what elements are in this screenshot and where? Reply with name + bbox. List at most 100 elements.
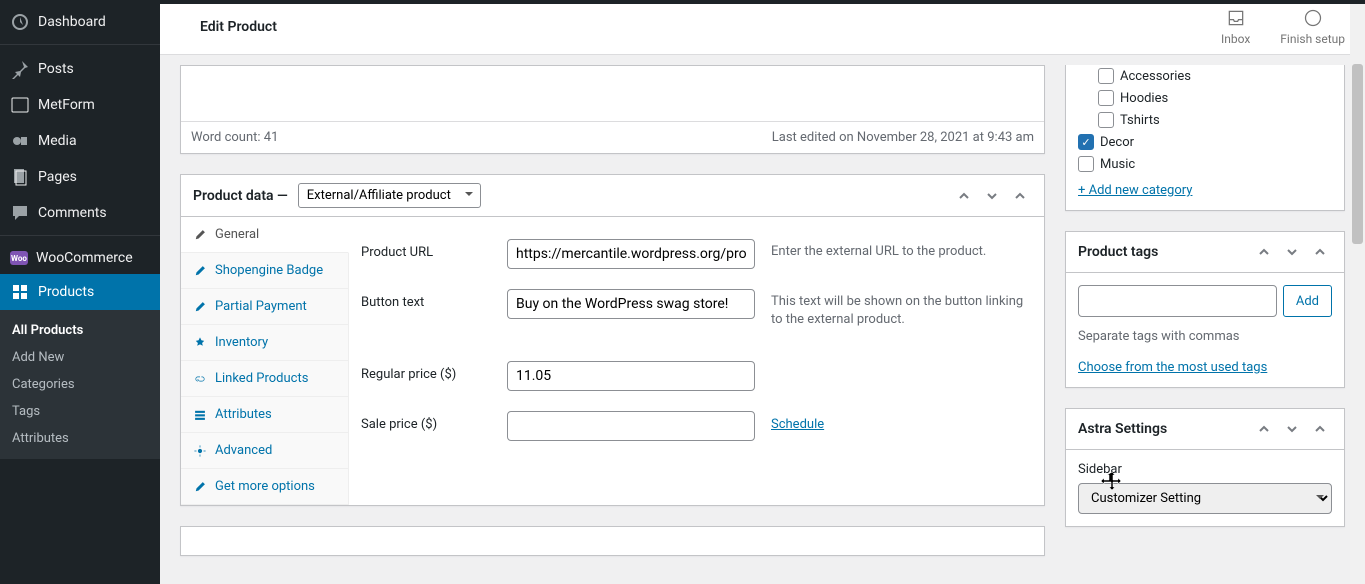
inbox-label: Inbox xyxy=(1221,32,1250,46)
toggle-button[interactable] xyxy=(1308,417,1332,441)
scrollbar-thumb[interactable] xyxy=(1352,64,1363,244)
regular-price-label: Regular price ($) xyxy=(361,361,491,382)
tab-general[interactable]: General xyxy=(181,217,349,253)
menu-posts[interactable]: Posts xyxy=(0,51,160,87)
toggle-button[interactable] xyxy=(1008,184,1032,208)
tab-shopengine-badge[interactable]: Shopengine Badge xyxy=(181,253,348,289)
button-text-desc: This text will be shown on the button li… xyxy=(771,289,1032,329)
checkbox[interactable] xyxy=(1098,68,1114,84)
submenu-all-products[interactable]: All Products xyxy=(0,317,160,344)
product-tabs: General Shopengine Badge Partial Payment… xyxy=(181,217,349,505)
tag-input[interactable] xyxy=(1078,285,1277,317)
tab-get-more[interactable]: Get more options xyxy=(181,469,348,505)
tab-partial-payment[interactable]: Partial Payment xyxy=(181,289,348,325)
category-item-hoodies[interactable]: Hoodies xyxy=(1078,87,1332,109)
menu-pages[interactable]: Pages xyxy=(0,159,160,195)
menu-media[interactable]: Media xyxy=(0,123,160,159)
schedule-link[interactable]: Schedule xyxy=(771,411,824,432)
menu-label: MetForm xyxy=(38,97,95,113)
submenu-attributes[interactable]: Attributes xyxy=(0,425,160,452)
sidebar-select[interactable]: Customizer Setting xyxy=(1078,483,1332,514)
tab-linked-products[interactable]: Linked Products xyxy=(181,361,348,397)
products-submenu: All Products Add New Categories Tags Att… xyxy=(0,310,160,459)
category-item-decor[interactable]: Decor xyxy=(1078,131,1332,153)
add-tag-button[interactable]: Add xyxy=(1283,285,1332,317)
finish-setup-button[interactable]: Finish setup xyxy=(1280,8,1345,46)
astra-title: Astra Settings xyxy=(1078,421,1167,437)
circle-icon xyxy=(1303,8,1323,28)
product-data-postbox: Product data — External/Affiliate produc… xyxy=(180,174,1045,506)
product-url-desc: Enter the external URL to the product. xyxy=(771,239,1032,261)
dashboard-icon xyxy=(10,12,30,32)
menu-label: WooCommerce xyxy=(36,250,133,266)
products-icon xyxy=(10,282,30,302)
move-down-button[interactable] xyxy=(1280,417,1304,441)
editor-content-area[interactable] xyxy=(181,66,1044,121)
scrollbar-track[interactable] xyxy=(1350,4,1365,584)
move-down-button[interactable] xyxy=(980,184,1004,208)
submenu-tags[interactable]: Tags xyxy=(0,398,160,425)
product-tags-title: Product tags xyxy=(1078,244,1158,260)
product-url-input[interactable] xyxy=(507,239,755,269)
move-up-button[interactable] xyxy=(952,184,976,208)
pages-icon xyxy=(10,167,30,187)
general-panel: Product URL Enter the external URL to th… xyxy=(349,217,1044,505)
sidebar-label: Sidebar xyxy=(1078,462,1332,477)
sale-price-label: Sale price ($) xyxy=(361,411,491,432)
category-item-music[interactable]: Music xyxy=(1078,153,1332,175)
categories-postbox: Accessories Hoodies Tshirts Decor Music … xyxy=(1065,65,1345,211)
media-icon xyxy=(10,131,30,151)
checkbox[interactable] xyxy=(1098,90,1114,106)
menu-dashboard[interactable]: Dashboard xyxy=(0,4,160,40)
comment-icon xyxy=(10,203,30,223)
menu-label: Posts xyxy=(38,61,74,77)
checkbox[interactable] xyxy=(1078,156,1094,172)
woo-icon: Woo xyxy=(10,251,28,265)
editor-postbox: Word count: 41 Last edited on November 2… xyxy=(180,65,1045,154)
pin-icon xyxy=(10,59,30,79)
menu-comments[interactable]: Comments xyxy=(0,195,160,231)
form-icon xyxy=(10,95,30,115)
astra-settings-postbox: Astra Settings Sidebar Customizer Settin… xyxy=(1065,408,1345,527)
topbar: Edit Product Inbox Finish setup xyxy=(160,0,1365,55)
menu-label: Comments xyxy=(38,205,107,221)
tag-help-text: Separate tags with commas xyxy=(1078,329,1332,344)
sale-price-input[interactable] xyxy=(507,411,755,441)
submenu-add-new[interactable]: Add New xyxy=(0,344,160,371)
inbox-button[interactable]: Inbox xyxy=(1221,8,1250,46)
category-item-accessories[interactable]: Accessories xyxy=(1078,65,1332,87)
checkbox-checked[interactable] xyxy=(1078,134,1094,150)
menu-label: Pages xyxy=(38,169,77,185)
checkbox[interactable] xyxy=(1098,112,1114,128)
product-type-select[interactable]: External/Affiliate product xyxy=(298,183,481,208)
toggle-button[interactable] xyxy=(1308,240,1332,264)
menu-label: Dashboard xyxy=(38,14,106,30)
inbox-icon xyxy=(1226,8,1246,28)
move-up-button[interactable] xyxy=(1252,240,1276,264)
move-down-button[interactable] xyxy=(1280,240,1304,264)
last-edited: Last edited on November 28, 2021 at 9:43… xyxy=(772,130,1034,145)
menu-products[interactable]: Products xyxy=(0,274,160,310)
move-up-button[interactable] xyxy=(1252,417,1276,441)
button-text-input[interactable] xyxy=(507,289,755,319)
product-data-title: Product data — xyxy=(193,188,288,204)
word-count: Word count: 41 xyxy=(191,130,278,145)
choose-tags-link[interactable]: Choose from the most used tags xyxy=(1078,360,1267,375)
tab-advanced[interactable]: Advanced xyxy=(181,433,348,469)
menu-metform[interactable]: MetForm xyxy=(0,87,160,123)
regular-price-input[interactable] xyxy=(507,361,755,391)
tab-attributes[interactable]: Attributes xyxy=(181,397,348,433)
submenu-categories[interactable]: Categories xyxy=(0,371,160,398)
product-tags-postbox: Product tags Add Separate tags with comm… xyxy=(1065,231,1345,388)
add-new-category-link[interactable]: + Add new category xyxy=(1078,183,1192,198)
admin-sidebar: Dashboard Posts MetForm Media Pages Comm… xyxy=(0,0,160,584)
page-title: Edit Product xyxy=(180,19,277,35)
button-text-label: Button text xyxy=(361,289,491,310)
short-description-postbox xyxy=(180,526,1045,556)
tab-inventory[interactable]: Inventory xyxy=(181,325,348,361)
finish-label: Finish setup xyxy=(1280,32,1345,46)
category-item-tshirts[interactable]: Tshirts xyxy=(1078,109,1332,131)
menu-woocommerce[interactable]: Woo WooCommerce xyxy=(0,242,160,274)
menu-label: Media xyxy=(38,133,77,149)
menu-label: Products xyxy=(38,284,94,300)
